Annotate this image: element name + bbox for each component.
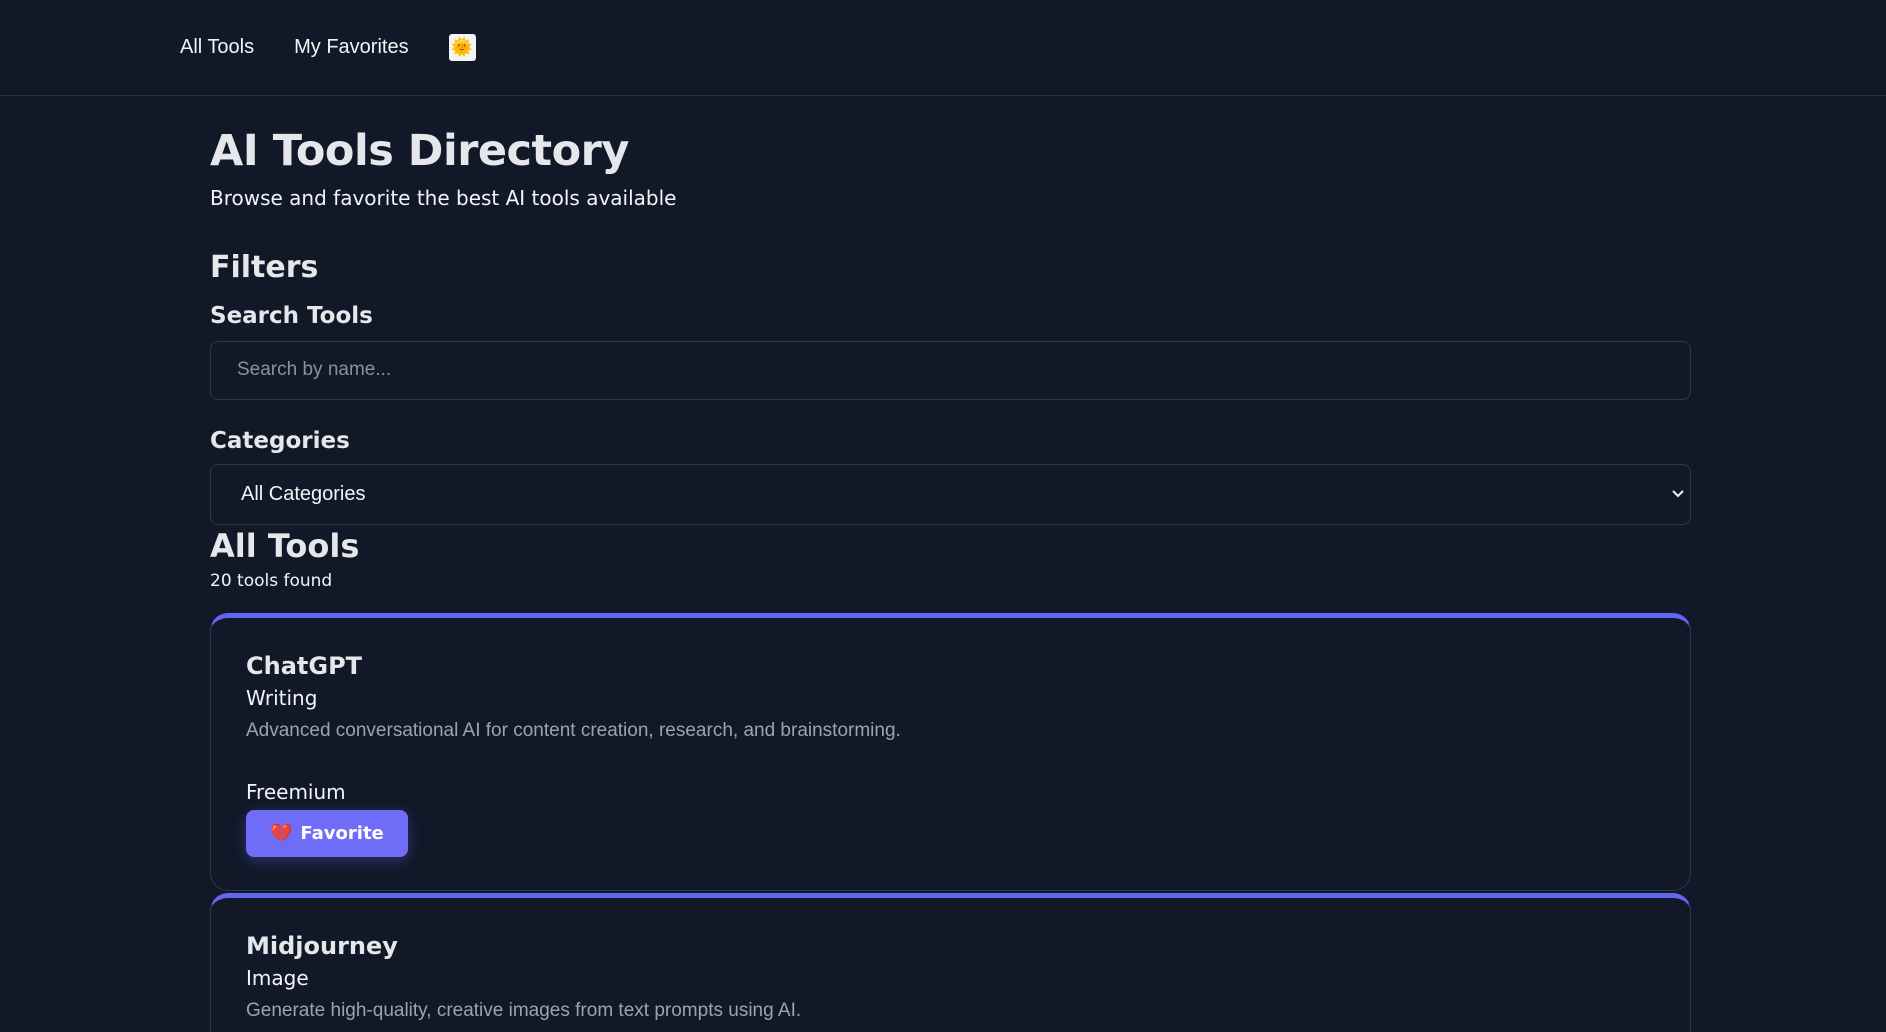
tool-name: ChatGPT bbox=[246, 651, 363, 680]
tool-name: Midjourney bbox=[246, 931, 398, 960]
tool-description: Advanced conversational AI for content c… bbox=[246, 719, 901, 741]
tool-category: Writing bbox=[246, 685, 318, 710]
nav-all-tools-link[interactable]: All Tools bbox=[180, 36, 254, 59]
tool-card: Midjourney Image Generate high-quality, … bbox=[210, 892, 1691, 1032]
search-input[interactable] bbox=[210, 340, 1691, 400]
search-label: Search Tools bbox=[210, 302, 373, 329]
tools-count: 20 tools found bbox=[210, 570, 333, 591]
categories-label: Categories bbox=[210, 427, 350, 454]
category-select[interactable]: All Categories bbox=[210, 463, 1691, 525]
tool-pricing: Freemium bbox=[246, 779, 346, 804]
filters-heading: Filters bbox=[210, 249, 319, 285]
filters-section: Filters Search Tools Categories All Cate… bbox=[210, 250, 1691, 525]
top-navigation: All Tools My Favorites 🌞 bbox=[0, 0, 1886, 96]
favorite-button-label: Favorite bbox=[300, 822, 384, 844]
tool-description: Generate high-quality, creative images f… bbox=[246, 999, 802, 1021]
tools-heading: All Tools bbox=[210, 526, 360, 565]
tool-category: Image bbox=[246, 965, 309, 990]
theme-toggle-button[interactable]: 🌞 bbox=[448, 34, 476, 61]
chevron-down-icon bbox=[1668, 484, 1688, 504]
tools-section: All Tools 20 tools found ChatGPT Writing… bbox=[210, 525, 1691, 1032]
sun-icon: 🌞 bbox=[450, 36, 474, 58]
main-content: AI Tools Directory Browse and favorite t… bbox=[210, 126, 1691, 1032]
page-title: AI Tools Directory bbox=[210, 126, 629, 176]
favorite-button[interactable]: 💔 Favorite bbox=[246, 809, 408, 857]
nav-my-favorites-link[interactable]: My Favorites bbox=[294, 36, 408, 59]
tool-card: ChatGPT Writing Advanced conversational … bbox=[210, 612, 1691, 891]
page-subtitle: Browse and favorite the best AI tools av… bbox=[210, 185, 677, 210]
category-selected-value: All Categories bbox=[241, 482, 366, 505]
broken-heart-icon: 💔 bbox=[270, 822, 293, 844]
